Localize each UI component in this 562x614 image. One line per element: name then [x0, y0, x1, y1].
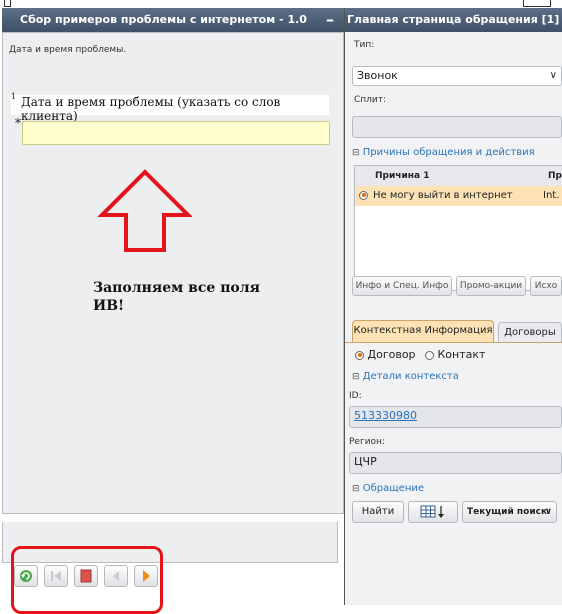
- radio-contract-label: Договор: [367, 348, 416, 361]
- radio-contact[interactable]: Контакт: [425, 348, 485, 361]
- highlight-box-annotation: [11, 546, 163, 614]
- case-panel-title: Главная страница обращения [1]: [345, 8, 562, 32]
- window-edge-mark: [523, 0, 551, 7]
- radio-contract[interactable]: Договор: [355, 348, 416, 361]
- table-row[interactable]: Не могу выйти в интернет Int.: [355, 186, 562, 206]
- split-label: Сплит:: [354, 95, 387, 105]
- chevron-down-icon: ∨: [549, 70, 557, 81]
- tab-context-info[interactable]: Контекстная Информация: [352, 320, 494, 342]
- required-mark: *: [15, 116, 21, 130]
- script-panel-body: Дата и время проблемы. 1 Дата и время пр…: [2, 32, 344, 514]
- collapse-icon: ⊟: [352, 372, 360, 382]
- table-header: Причина 1 Пр: [355, 166, 562, 187]
- case-panel-body: Тип: Звонок ∨ Сплит: ⊟ Причины обращения…: [345, 32, 562, 605]
- column-header-2[interactable]: Пр: [548, 166, 562, 186]
- case-panel: Главная страница обращения [1] Тип: Звон…: [345, 8, 562, 605]
- annotation-line-2: ИВ!: [93, 298, 125, 314]
- radio-unselected-icon: [425, 350, 434, 360]
- up-arrow-annotation: [98, 169, 192, 252]
- table-view-button[interactable]: [408, 501, 458, 523]
- column-header-reason[interactable]: Причина 1: [375, 166, 429, 186]
- id-label: ID:: [349, 391, 362, 401]
- radio-contact-label: Контакт: [437, 348, 486, 361]
- minimize-button[interactable]: –: [326, 8, 334, 32]
- type-value: Звонок: [357, 69, 398, 82]
- collapse-icon: ⊟: [352, 484, 360, 494]
- appeal-section-title: Обращение: [362, 483, 425, 494]
- question-number: 1: [11, 92, 17, 101]
- type-select[interactable]: Звонок ∨: [352, 66, 562, 86]
- collapse-icon: ⊟: [352, 148, 360, 158]
- context-details-header[interactable]: ⊟ Детали контекста: [352, 371, 459, 382]
- script-panel: Сбор примеров проблемы с интернетом - 1.…: [2, 8, 344, 614]
- context-details-title: Детали контекста: [362, 371, 459, 382]
- top-strip: [0, 0, 562, 8]
- radio-selected-icon: [355, 350, 364, 360]
- window-edge-mark: [4, 0, 11, 7]
- appeal-section-header[interactable]: ⊟ Обращение: [352, 483, 424, 494]
- search-mode-select[interactable]: Текущий поиск ∨: [462, 501, 557, 523]
- annotation-line-1: Заполняем все поля: [93, 280, 260, 296]
- step-title: Дата и время проблемы.: [9, 45, 127, 55]
- find-button[interactable]: Найти: [352, 501, 404, 523]
- chevron-down-icon: ∨: [544, 507, 552, 517]
- type-label: Тип:: [354, 40, 375, 50]
- reasons-table: Причина 1 Пр Не могу выйти в интернет In…: [354, 165, 562, 291]
- search-mode-value: Текущий поиск: [467, 507, 548, 517]
- answer-input[interactable]: [22, 121, 330, 145]
- region-field[interactable]: ЦЧР: [349, 452, 562, 474]
- id-field[interactable]: 513330980: [349, 406, 562, 428]
- script-panel-header: Сбор примеров проблемы с интернетом - 1.…: [2, 8, 344, 32]
- col2-cell: Int.: [543, 190, 560, 201]
- question-text: Дата и время проблемы (указать со слов к…: [21, 95, 281, 123]
- question-row: 1 Дата и время проблемы (указать со слов…: [11, 92, 329, 123]
- tab-contracts[interactable]: Договоры: [498, 322, 562, 342]
- region-label: Регион:: [349, 437, 385, 447]
- context-tabs: Контекстная Информация Договоры: [345, 320, 562, 343]
- row-selector[interactable]: [359, 186, 368, 206]
- promo-button[interactable]: Промо-акции: [456, 276, 526, 296]
- script-panel-title: Сбор примеров проблемы с интернетом - 1.…: [20, 13, 307, 26]
- id-value-link[interactable]: 513330980: [354, 409, 417, 422]
- split-field[interactable]: [352, 116, 562, 138]
- reasons-section-title: Причины обращения и действия: [362, 147, 535, 158]
- outgoing-button[interactable]: Исхо: [530, 276, 562, 296]
- radio-selected-icon: [359, 190, 368, 200]
- reasons-section-header[interactable]: ⊟ Причины обращения и действия: [352, 147, 535, 158]
- info-special-info-button[interactable]: Инфо и Спец. Инфо: [352, 276, 452, 296]
- table-sort-icon: [420, 505, 444, 518]
- annotation-text: Заполняем все поля ИВ!: [93, 279, 260, 315]
- reason-cell: Не могу выйти в интернет: [373, 190, 513, 201]
